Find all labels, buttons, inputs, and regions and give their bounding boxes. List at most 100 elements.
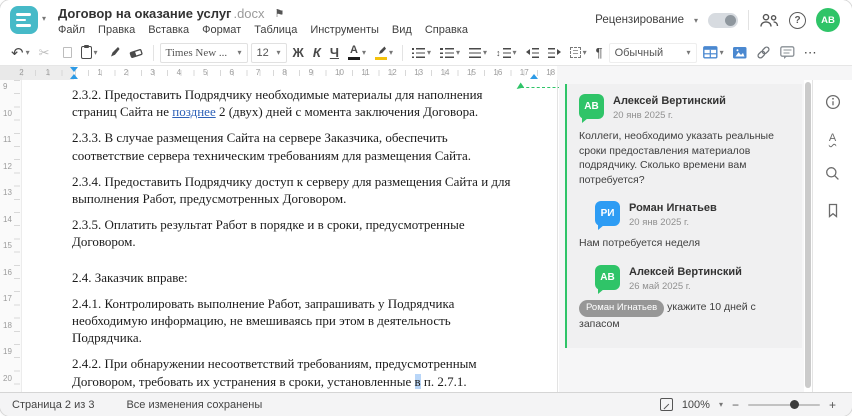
fit-page-icon[interactable]: [659, 398, 673, 411]
format-painter-button[interactable]: [104, 44, 123, 61]
page-indicator[interactable]: Страница 2 из 3: [12, 399, 94, 411]
vertical-scrollbar[interactable]: [805, 82, 811, 388]
italic-button[interactable]: К: [310, 43, 324, 62]
numbered-list-button[interactable]: ▾: [437, 46, 463, 60]
collaboration-users-icon[interactable]: [759, 13, 779, 28]
ruler-number: 17: [3, 294, 12, 303]
review-caret-icon[interactable]: ▾: [694, 16, 698, 25]
app-logo-icon[interactable]: [10, 6, 38, 34]
user-avatar[interactable]: АВ: [816, 8, 840, 32]
decrease-indent-button[interactable]: [523, 46, 542, 60]
zoom-controls: 100% ▾ − +: [659, 398, 836, 412]
app-window: ▾ Договор на оказание услуг .docx ⚑ Файл…: [0, 0, 852, 416]
doc-paragraph: 2.3.2. Предоставить Подрядчику необходим…: [72, 87, 483, 120]
insert-table-button[interactable]: ▾: [700, 44, 727, 61]
ruler-number: 8: [282, 68, 287, 77]
menu-format[interactable]: Формат: [202, 24, 241, 36]
comment-date: 20 янв 2025 г.: [613, 110, 674, 121]
comment-item[interactable]: РИ Роман Игнатьев 20 янв 2025 г. Нам пот…: [579, 201, 790, 251]
review-mode-label[interactable]: Рецензирование: [595, 14, 684, 26]
doc-paragraph: 2.4. Заказчик вправе:: [72, 269, 188, 285]
copy-icon: [59, 44, 72, 58]
show-paragraph-marks-button[interactable]: ¶: [593, 43, 606, 62]
document-canvas[interactable]: 2.3.2. Предоставить Подрядчику необходим…: [22, 80, 558, 414]
eraser-icon: [129, 48, 143, 58]
paste-button[interactable]: ▾: [78, 44, 101, 61]
table-icon: [702, 46, 718, 59]
zoom-out-button[interactable]: −: [732, 398, 739, 412]
menu-file[interactable]: Файл: [58, 24, 85, 36]
highlight-color-button[interactable]: ▾: [372, 44, 396, 62]
ruler-number: 13: [414, 68, 424, 77]
tracked-insertion: позднее: [172, 104, 216, 120]
line-spacing-button[interactable]: ↕ ▾: [493, 46, 520, 60]
menu-help[interactable]: Справка: [425, 24, 468, 36]
menu-edit[interactable]: Правка: [98, 24, 135, 36]
h-ruler[interactable]: 1 2 3 4 5 6 7 8 9 10 11 12 13 14 15 16 17 18 1 2: [0, 66, 852, 80]
toolbar: ↶ ▾ ✂ ▾ Times New ... ▾ 12 ▾ Ж К Ч А ▾ ▾ ▾ …: [0, 40, 852, 66]
cut-button[interactable]: ✂: [36, 43, 53, 63]
menu-tools[interactable]: Инструменты: [310, 24, 379, 36]
insert-link-button[interactable]: [753, 43, 774, 62]
copy-button[interactable]: [56, 44, 75, 60]
highlighter-icon: [378, 46, 386, 54]
spellcheck-icon[interactable]: А: [829, 132, 836, 144]
help-icon[interactable]: ?: [789, 11, 806, 29]
menu-insert[interactable]: Вставка: [148, 24, 189, 36]
main-area: 9 10 11 12 13 14 15 16 17 18 19 20 2.3.2. Предостав…: [0, 80, 852, 414]
underline-button[interactable]: Ч: [327, 43, 342, 62]
font-size-select[interactable]: 12 ▾: [250, 42, 287, 63]
info-icon[interactable]: [825, 94, 841, 110]
comment-item[interactable]: АВ Алексей Вертинский 26 май 2025 г. Ром…: [579, 264, 790, 332]
bold-button[interactable]: Ж: [290, 44, 307, 62]
paragraph-borders-button[interactable]: ▾: [567, 45, 590, 60]
font-name-select[interactable]: Times New ... ▾: [159, 42, 248, 63]
flag-icon[interactable]: ⚑: [275, 7, 285, 20]
undo-button[interactable]: ↶ ▾: [8, 42, 33, 64]
insert-comment-button[interactable]: [777, 44, 798, 62]
comment-date: 26 май 2025 г.: [629, 280, 691, 292]
zoom-slider[interactable]: [747, 399, 820, 409]
comment-item[interactable]: АВ Алексей Вертинский 20 янв 2025 г. Кол…: [579, 94, 790, 187]
ruler-number: 5: [203, 68, 208, 77]
font-color-swatch: [347, 57, 360, 60]
paste-icon: [80, 45, 92, 59]
ruler-number: 16: [493, 68, 503, 77]
ruler-number: 19: [3, 347, 12, 356]
ruler-number: 18: [3, 320, 12, 330]
zoom-slider-knob[interactable]: [789, 399, 799, 409]
align-button[interactable]: ▾: [466, 46, 490, 60]
ruler-number: 11: [361, 68, 370, 77]
menu-table[interactable]: Таблица: [254, 24, 297, 36]
zoom-value[interactable]: 100%: [682, 399, 710, 411]
bookmark-icon[interactable]: [826, 203, 840, 218]
link-icon: [757, 46, 770, 59]
header: ▾ Договор на оказание услуг .docx ⚑ Файл…: [0, 0, 852, 40]
right-indent-marker[interactable]: [530, 74, 538, 79]
insert-image-button[interactable]: [730, 45, 750, 61]
comment-body: Нам потребуется неделя: [579, 236, 790, 251]
menu-view[interactable]: Вид: [392, 24, 412, 36]
comment-header: РИ Роман Игнатьев 20 янв 2025 г.: [595, 201, 790, 230]
zoom-in-button[interactable]: +: [829, 398, 836, 412]
paragraph-style-select[interactable]: Обычный ▾: [608, 42, 697, 63]
zoom-caret-icon[interactable]: ▾: [719, 400, 723, 409]
comment-avatar: АВ: [579, 94, 604, 123]
toolbar-more-button[interactable]: ⋯: [801, 43, 821, 63]
clear-style-button[interactable]: [126, 45, 147, 61]
undo-caret-icon: ▾: [25, 48, 30, 57]
v-ruler[interactable]: 9 10 11 12 13 14 15 16 17 18 19 20: [0, 80, 22, 392]
ruler-number: 6: [229, 68, 234, 77]
font-color-button[interactable]: А ▾: [345, 43, 369, 62]
search-icon[interactable]: [825, 166, 840, 181]
increase-indent-button[interactable]: [545, 46, 564, 60]
ruler-number: 17: [519, 68, 529, 77]
ruler-number: 1: [45, 68, 51, 77]
document-title-row: Договор на оказание услуг .docx ⚑: [58, 6, 284, 21]
logo-caret-icon[interactable]: ▾: [42, 14, 46, 23]
review-toggle[interactable]: [708, 12, 738, 28]
first-line-indent-marker[interactable]: [69, 67, 78, 72]
bullet-list-button[interactable]: ▾: [409, 46, 434, 60]
comment-thread[interactable]: АВ Алексей Вертинский 20 янв 2025 г. Кол…: [565, 84, 802, 348]
hanging-indent-marker[interactable]: [69, 74, 78, 79]
